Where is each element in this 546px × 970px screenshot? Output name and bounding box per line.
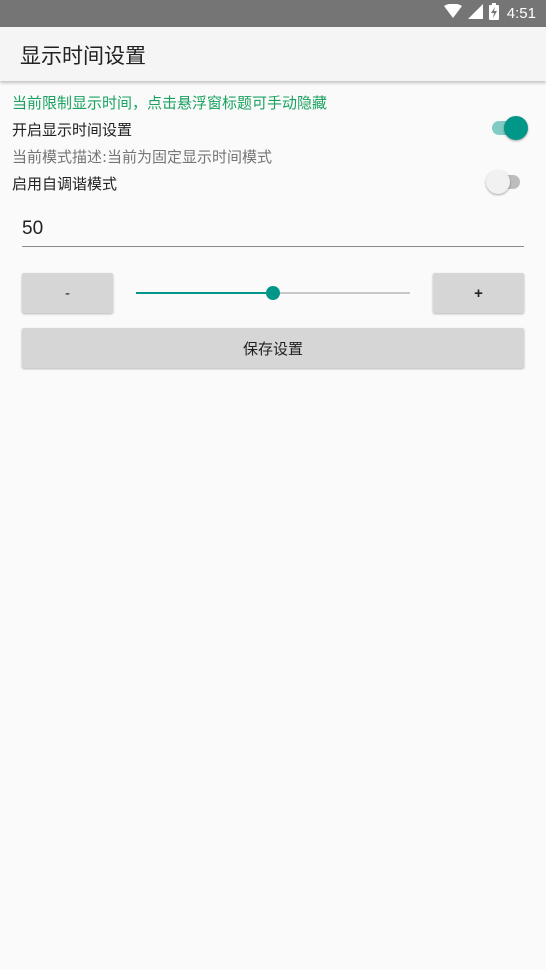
status-time: 4:51: [506, 5, 536, 22]
save-button[interactable]: 保存设置: [22, 328, 524, 368]
switch-thumb: [504, 116, 528, 140]
slider-thumb[interactable]: [266, 286, 280, 300]
auto-tune-mode-switch[interactable]: [486, 169, 528, 195]
decrement-button[interactable]: -: [22, 273, 113, 313]
value-input[interactable]: [22, 212, 524, 247]
auto-tune-mode-label: 启用自调谐模式: [12, 175, 118, 193]
switch-thumb: [486, 170, 510, 194]
page-title: 显示时间设置: [20, 44, 146, 68]
app-bar: 显示时间设置: [0, 27, 546, 81]
wifi-icon: [443, 3, 462, 23]
slider-fill: [136, 292, 273, 294]
cell-signal-icon: [467, 4, 483, 23]
value-slider[interactable]: [136, 283, 410, 303]
display-time-setting-switch[interactable]: [490, 115, 530, 141]
hint-text: 当前限制显示时间，点击悬浮窗标题可手动隐藏: [12, 94, 328, 112]
display-time-setting-label: 开启显示时间设置: [12, 121, 133, 139]
battery-charging-icon: [488, 3, 499, 24]
status-bar: 4:51: [0, 0, 546, 27]
increment-button[interactable]: +: [433, 273, 524, 313]
mode-description: 当前模式描述:当前为固定显示时间模式: [12, 148, 273, 166]
status-icons: 4:51: [443, 3, 536, 24]
